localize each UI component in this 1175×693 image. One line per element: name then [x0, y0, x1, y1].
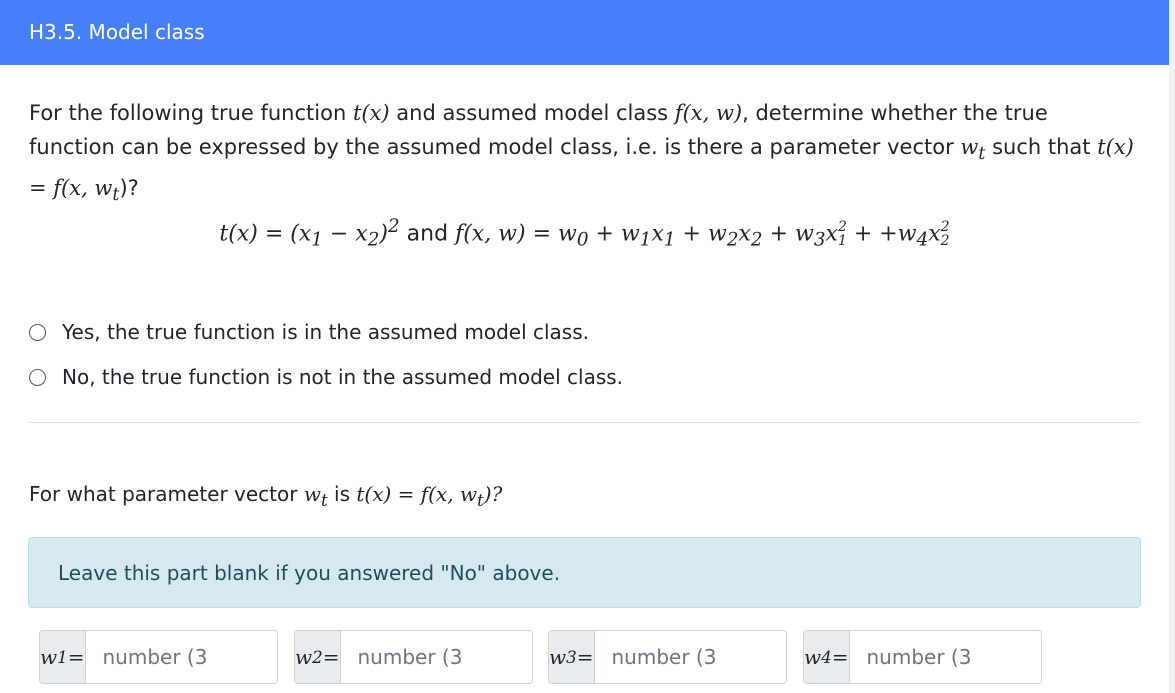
display-equation: t(x) = (x1 − x2)2 and f(x, w) = w0 + w1x… — [219, 216, 950, 251]
info-alert: Leave this part blank if you answered "N… — [28, 537, 1141, 608]
prompt-text: For the following true function — [29, 101, 353, 125]
math-equation: t(x) = f(x, wt)? — [356, 482, 503, 510]
math-parameter-vector: wt — [303, 482, 328, 510]
prompt-text: )? — [119, 176, 139, 201]
w4-input[interactable] — [849, 631, 1041, 683]
radio-button[interactable] — [29, 368, 46, 386]
section-divider — [29, 422, 1141, 423]
option-no[interactable]: No, the true function is not in the assu… — [29, 365, 623, 389]
page-header: H3.5. Model class — [0, 0, 1169, 65]
w3-input[interactable] — [594, 631, 786, 683]
w1-input-group: w1 = — [39, 630, 278, 684]
prompt-text: such that — [985, 135, 1098, 159]
math-model-function: f(x, w) — [674, 101, 743, 125]
radio-button[interactable] — [29, 323, 46, 341]
page-title: H3.5. Model class — [29, 20, 205, 44]
w3-label: w3 = — [549, 631, 595, 683]
w4-label: w4 = — [804, 631, 850, 683]
option-label: No, the true function is not in the assu… — [62, 365, 624, 389]
w1-label: w1 = — [40, 631, 86, 683]
w1-input[interactable] — [85, 631, 277, 683]
math-true-function: t(x) — [352, 101, 390, 125]
option-yes[interactable]: Yes, the true function is in the assumed… — [29, 320, 589, 344]
w4-input-group: w4 = — [803, 630, 1042, 684]
option-label: Yes, the true function is in the assumed… — [62, 320, 589, 344]
w3-input-group: w3 = — [548, 630, 787, 684]
math-parameter-vector: wt — [960, 135, 986, 165]
question-parameter-vector: For what parameter vector wt is t(x) = f… — [29, 482, 503, 510]
info-text: Leave this part blank if you answered "N… — [58, 561, 561, 585]
w2-input[interactable] — [340, 631, 532, 683]
scrollbar[interactable] — [1169, 0, 1175, 693]
w2-label: w2 = — [295, 631, 341, 683]
prompt-text: and assumed model class — [389, 101, 675, 125]
question-prompt: For the following true function t(x) and… — [29, 96, 1139, 212]
w2-input-group: w2 = — [294, 630, 533, 684]
